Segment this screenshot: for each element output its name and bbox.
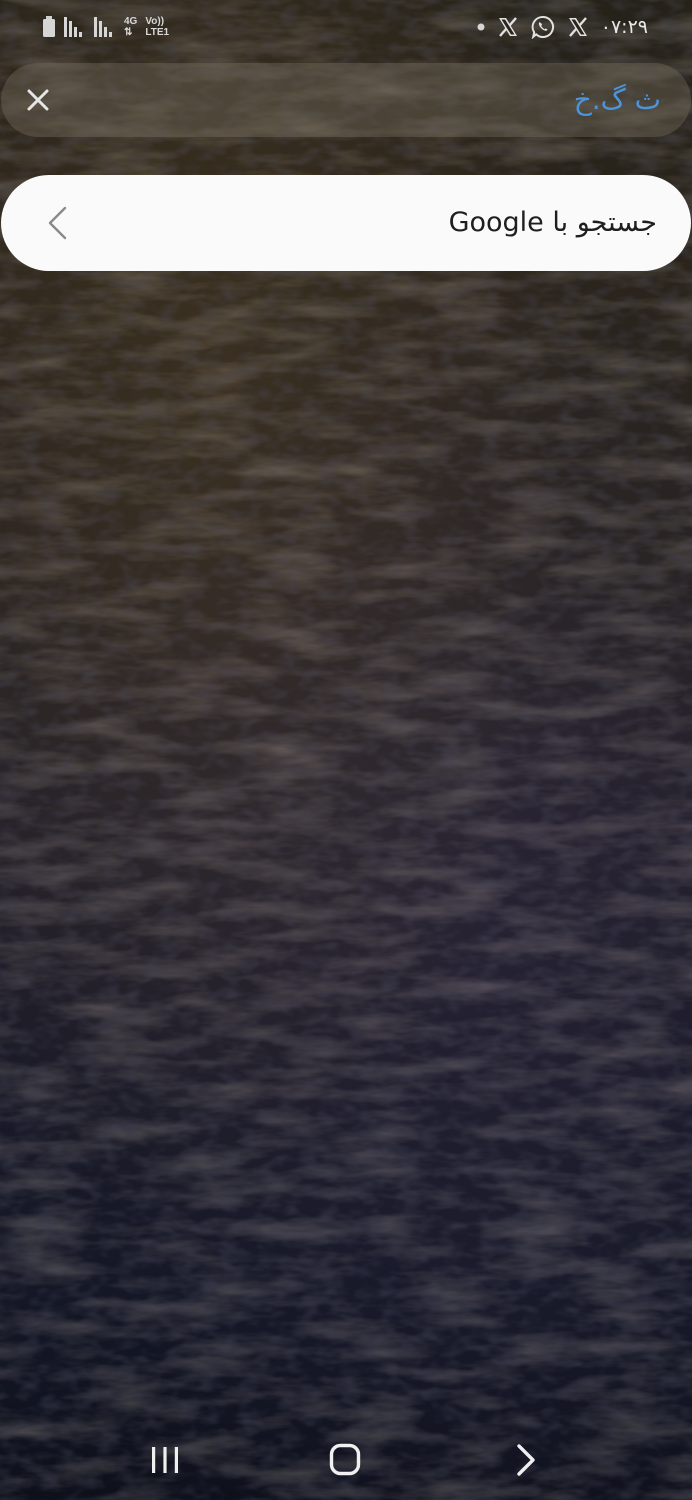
lte-label: LTE1 <box>145 27 170 38</box>
back-icon[interactable] <box>504 1440 548 1480</box>
navigation-bar <box>0 1420 692 1500</box>
whatsapp-icon <box>531 15 554 39</box>
data-arrows-icon: ⇅ <box>124 27 133 38</box>
suggestion-label: جستجو با Google <box>448 207 657 238</box>
volte-indicator: Vo)) LTE1 <box>145 16 169 38</box>
network-type-label: 4G <box>124 16 138 27</box>
status-bar: 4G ⇅ Vo)) LTE1 ۰۷:۲۹ <box>0 0 692 54</box>
search-with-google-suggestion[interactable]: جستجو با Google <box>1 175 691 271</box>
status-left-group: 4G ⇅ Vo)) LTE1 <box>42 14 169 40</box>
search-bar[interactable]: ث گ.خ <box>1 63 691 137</box>
clock: ۰۷:۲۹ <box>600 16 648 38</box>
recent-apps-icon[interactable] <box>143 1440 187 1480</box>
notification-dot-icon <box>477 23 485 31</box>
x-icon <box>498 17 517 37</box>
chevron-left-icon <box>48 206 67 240</box>
home-icon[interactable] <box>323 1440 367 1480</box>
network-type-indicator: 4G ⇅ <box>124 16 137 38</box>
search-screen: 4G ⇅ Vo)) LTE1 ۰۷:۲۹ ث گ.خ جستجو با Goog… <box>0 0 692 1500</box>
x-icon <box>568 17 587 37</box>
signal-icon <box>94 17 112 37</box>
volte-label: Vo)) <box>145 16 165 27</box>
search-query-text[interactable]: ث گ.خ <box>574 83 661 117</box>
signal-icon <box>64 17 82 37</box>
close-icon[interactable] <box>23 85 53 115</box>
status-right-group: ۰۷:۲۹ <box>477 12 648 42</box>
battery-icon <box>43 16 55 37</box>
